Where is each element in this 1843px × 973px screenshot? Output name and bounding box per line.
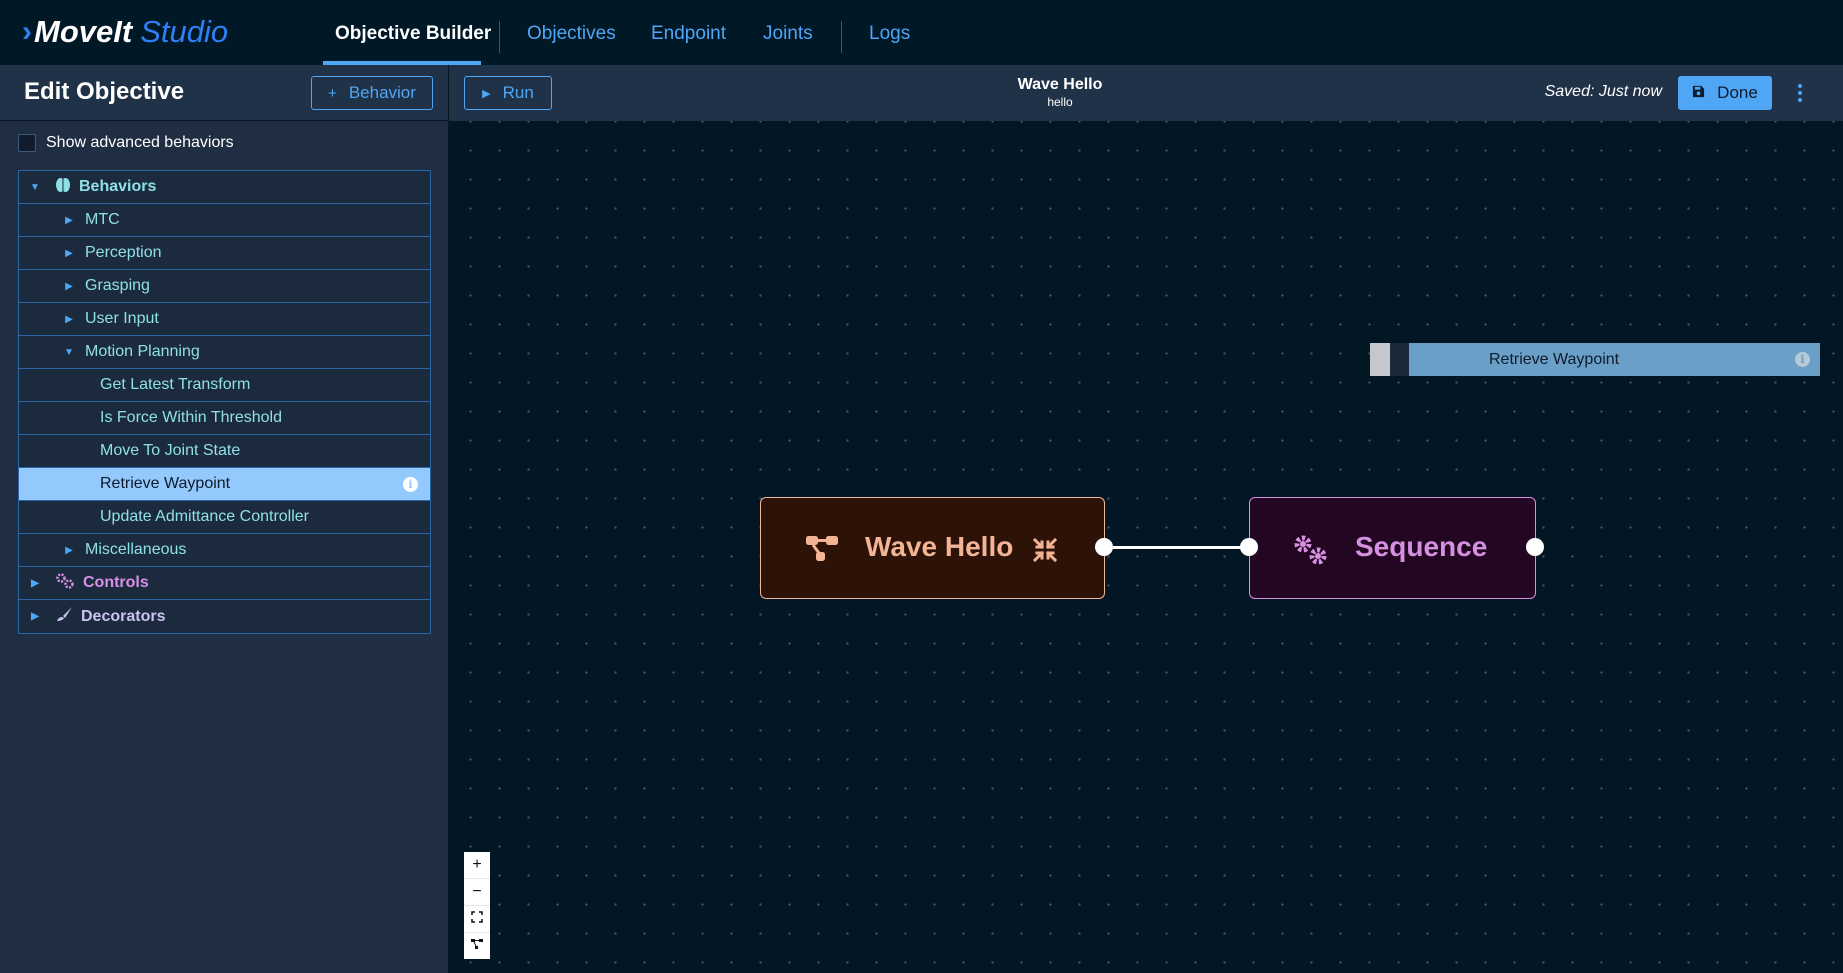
node-label: Sequence [1355,531,1488,562]
edge-wave-hello-to-sequence[interactable] [1104,546,1249,549]
brush-icon [55,606,73,627]
caret-right-icon[interactable]: ▶ [29,611,41,622]
minus-icon: − [472,883,482,900]
tree-item-get-latest-transform[interactable]: Get Latest Transform [19,369,430,402]
tree-group-mtc[interactable]: ▶ MTC [19,204,430,237]
zoom-in-button[interactable]: + [464,852,490,879]
top-nav: › MoveIt Studio Objective Builder Object… [0,0,1843,65]
canvas-zoom-controls: + − [464,852,490,959]
tree-item-retrieve-waypoint[interactable]: Retrieve Waypoint i [19,468,430,501]
tree-label: Get Latest Transform [100,376,251,393]
tree-label: Update Admittance Controller [100,508,309,525]
panel-header-divider [0,120,449,121]
add-behavior-button[interactable]: + Behavior [311,76,433,110]
play-icon: ▶ [482,87,491,100]
caret-right-icon[interactable]: ▶ [63,281,75,292]
tree-item-is-force-within-threshold[interactable]: Is Force Within Threshold [19,402,430,435]
tree-category-decorators[interactable]: ▶ Decorators [19,600,430,633]
drag-ghost-label: Retrieve Waypoint [1489,350,1620,368]
info-icon: i [1795,352,1810,367]
tab-logs[interactable]: Logs [869,0,910,65]
tree-item-update-admittance-controller[interactable]: Update Admittance Controller [19,501,430,534]
brain-icon [55,177,71,198]
more-options-icon[interactable] [1794,82,1806,104]
tab-divider [841,21,842,53]
gears-icon [55,572,75,594]
run-button[interactable]: ▶ Run [464,76,552,110]
zoom-out-button[interactable]: − [464,879,490,906]
logo-moveit: MoveIt [34,14,133,49]
tab-objectives[interactable]: Objectives [527,0,616,65]
objective-name: Wave Hello [1017,76,1103,93]
tree-label: Controls [83,574,149,591]
save-icon [1692,85,1705,101]
sequence-input-port[interactable] [1240,538,1258,556]
caret-right-icon[interactable]: ▶ [63,314,75,325]
tree-label: Decorators [81,607,166,625]
tree-label: Miscellaneous [85,541,187,558]
done-button[interactable]: Done [1678,76,1772,110]
tree-label: Motion Planning [85,343,200,360]
plus-icon: + [328,84,337,102]
drag-ghost-retrieve-waypoint[interactable]: Retrieve Waypoint i [1409,343,1820,376]
tree-category-controls[interactable]: ▶ Controls [19,567,430,600]
tree-group-perception[interactable]: ▶ Perception [19,237,430,270]
tree-category-behaviors[interactable]: ▼ Behaviors [19,171,430,204]
show-advanced-label: Show advanced behaviors [46,134,234,151]
tree-group-miscellaneous[interactable]: ▶ Miscellaneous [19,534,430,567]
node-label: Wave Hello [865,531,1014,562]
fit-view-icon [471,910,483,928]
subtree-icon [805,533,839,570]
drag-ghost-handle [1370,343,1390,376]
caret-right-icon[interactable]: ▶ [63,215,75,226]
gears-icon [1292,534,1330,573]
node-wave-hello[interactable]: Wave Hello [760,497,1105,599]
logo-studio: Studio [140,14,229,49]
show-advanced-toggle[interactable]: Show advanced behaviors [18,134,234,152]
tree-label: Behaviors [79,178,157,195]
drag-ghost-gap [1390,343,1409,376]
tab-objective-builder[interactable]: Objective Builder [335,0,491,65]
caret-down-icon[interactable]: ▼ [63,347,75,358]
tab-divider [499,21,500,53]
plus-icon: + [472,856,482,873]
tree-item-move-to-joint-state[interactable]: Move To Joint State [19,435,430,468]
caret-right-icon[interactable]: ▶ [63,545,75,556]
objective-description: hello [1047,95,1073,109]
node-sequence[interactable]: Sequence [1249,497,1536,599]
tree-label: MTC [85,211,120,228]
tree-label: Move To Joint State [100,442,241,459]
tab-joints[interactable]: Joints [763,0,813,65]
show-advanced-checkbox[interactable] [18,134,36,152]
tree-label: Grasping [85,277,150,294]
tree-layout-icon [471,937,483,955]
fit-view-button[interactable] [464,906,490,933]
tree-label: Is Force Within Threshold [100,409,282,426]
tree-label: Retrieve Waypoint [100,475,231,492]
info-icon[interactable]: i [403,477,418,492]
tree-group-grasping[interactable]: ▶ Grasping [19,270,430,303]
caret-right-icon[interactable]: ▶ [29,578,41,589]
tree-label: Perception [85,244,162,261]
tab-endpoint[interactable]: Endpoint [651,0,726,65]
caret-right-icon[interactable]: ▶ [63,248,75,259]
run-label: Run [502,83,534,102]
tree-group-user-input[interactable]: ▶ User Input [19,303,430,336]
saved-status: Saved: Just now [1544,83,1662,100]
auto-layout-button[interactable] [464,933,490,959]
sequence-output-port[interactable] [1526,538,1544,556]
app-logo[interactable]: › MoveIt Studio [22,14,228,50]
tree-label: User Input [85,310,159,327]
collapse-icon[interactable] [1032,537,1058,569]
page-title: Edit Objective [24,78,185,105]
caret-down-icon[interactable]: ▼ [29,182,41,193]
behavior-tree: ▼ Behaviors ▶ MTC ▶ Perception ▶ Graspin… [18,170,431,634]
done-label: Done [1717,83,1758,102]
tree-group-motion-planning[interactable]: ▼ Motion Planning [19,336,430,369]
logo-chevron-icon: › [22,15,32,48]
add-behavior-label: Behavior [348,83,416,102]
